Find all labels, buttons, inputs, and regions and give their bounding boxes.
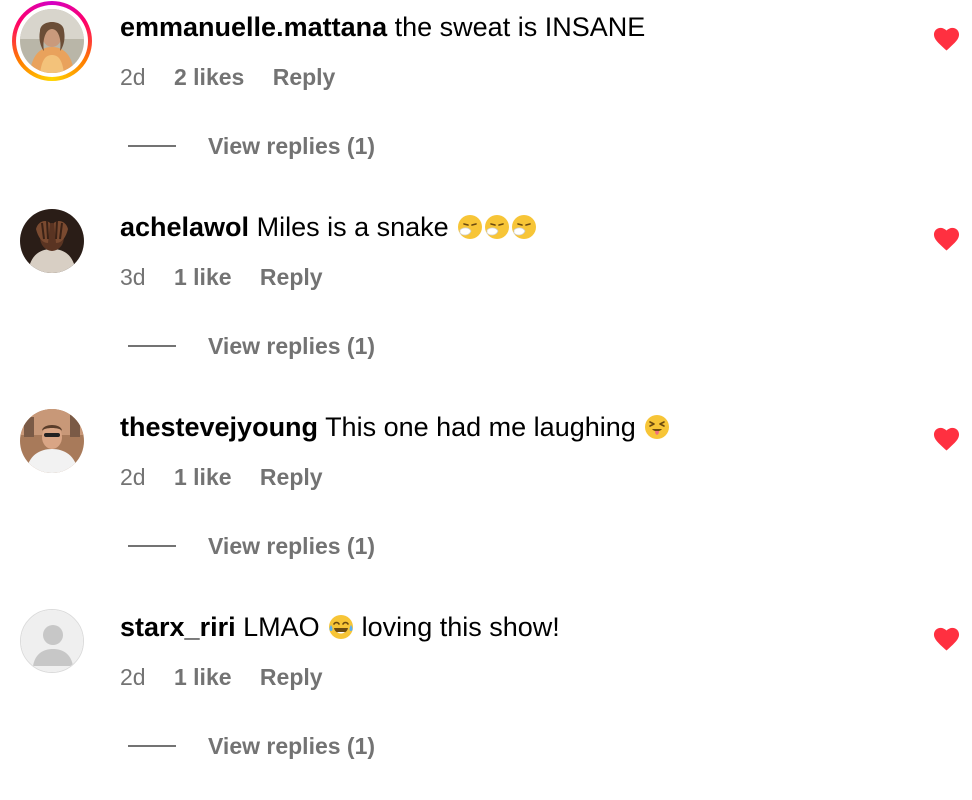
reply-button[interactable]: Reply (260, 464, 323, 490)
sneezing-face-icon (511, 214, 537, 240)
profile-photo-icon (20, 409, 84, 473)
comment-item: starx_riri LMAO loving this show! 2d 1 l… (0, 600, 972, 800)
comment-likes[interactable]: 1 like (174, 264, 232, 290)
replies-divider (128, 145, 176, 147)
avatar[interactable] (20, 409, 84, 473)
comment-likes[interactable]: 1 like (174, 664, 232, 690)
view-replies-button[interactable]: View replies (1) (128, 530, 375, 562)
comment-username[interactable]: achelawol (120, 212, 249, 242)
comment-text: This one had me laughing (325, 412, 636, 442)
replies-divider (128, 345, 176, 347)
view-replies-button[interactable]: View replies (1) (128, 130, 375, 162)
comment-line: starx_riri LMAO loving this show! (120, 610, 560, 644)
default-avatar-icon (20, 609, 84, 673)
replies-divider (128, 545, 176, 547)
comment-username[interactable]: thestevejyoung (120, 412, 318, 442)
face-with-tears-of-joy-icon (328, 614, 354, 640)
sneezing-face-icon (484, 214, 510, 240)
comment-item: thestevejyoung This one had me laughing … (0, 400, 972, 600)
comment-time: 2d (120, 664, 146, 690)
comment-item: achelawol Miles is a snake 3d 1 like Rep… (0, 200, 972, 400)
sneezing-face-icon (457, 214, 483, 240)
reply-button[interactable]: Reply (260, 664, 323, 690)
heart-icon[interactable] (933, 427, 960, 451)
comment-item: emmanuelle.mattana the sweat is INSANE 2… (0, 0, 972, 200)
view-replies-button[interactable]: View replies (1) (128, 330, 375, 362)
avatar[interactable] (20, 209, 84, 273)
comment-text-after: loving this show! (361, 612, 560, 642)
comment-line: achelawol Miles is a snake (120, 210, 537, 244)
comment-likes[interactable]: 2 likes (174, 64, 244, 90)
comment-time: 2d (120, 464, 146, 490)
view-replies-label: View replies (1) (208, 132, 376, 159)
view-replies-button[interactable]: View replies (1) (128, 730, 375, 762)
replies-divider (128, 745, 176, 747)
avatar[interactable] (12, 1, 92, 81)
heart-icon[interactable] (933, 27, 960, 51)
comment-line: emmanuelle.mattana the sweat is INSANE (120, 10, 645, 44)
comment-time: 3d (120, 264, 146, 290)
squinting-face-with-tongue-icon (644, 414, 670, 440)
profile-photo-icon (20, 9, 84, 73)
heart-icon[interactable] (933, 627, 960, 651)
profile-photo-icon (20, 209, 84, 273)
view-replies-label: View replies (1) (208, 532, 376, 559)
comment-meta: 3d 1 like Reply (120, 262, 323, 292)
comment-text: LMAO (243, 612, 320, 642)
comment-meta: 2d 1 like Reply (120, 662, 323, 692)
heart-icon[interactable] (933, 227, 960, 251)
comment-meta: 2d 1 like Reply (120, 462, 323, 492)
reply-button[interactable]: Reply (260, 264, 323, 290)
comment-username[interactable]: starx_riri (120, 612, 236, 642)
comment-time: 2d (120, 64, 146, 90)
comment-line: thestevejyoung This one had me laughing (120, 410, 670, 444)
avatar[interactable] (20, 609, 84, 673)
view-replies-label: View replies (1) (208, 732, 376, 759)
comment-likes[interactable]: 1 like (174, 464, 232, 490)
comment-text: the sweat is INSANE (394, 12, 646, 42)
comment-username[interactable]: emmanuelle.mattana (120, 12, 387, 42)
reply-button[interactable]: Reply (273, 64, 336, 90)
comment-text: Miles is a snake (256, 212, 449, 242)
view-replies-label: View replies (1) (208, 332, 376, 359)
comment-meta: 2d 2 likes Reply (120, 62, 335, 92)
